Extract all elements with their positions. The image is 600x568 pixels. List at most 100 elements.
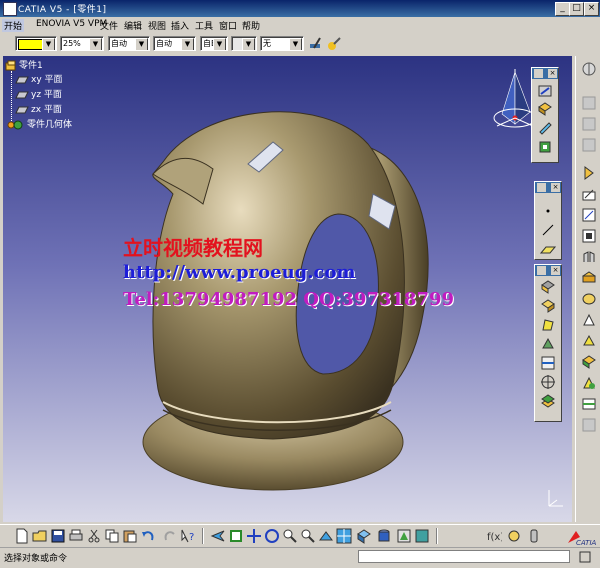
line-icon[interactable] [540, 222, 556, 238]
point-symbol-combo[interactable]: 自B ▼ [200, 36, 228, 51]
axis-icon[interactable] [540, 374, 556, 390]
toolbar-handle[interactable] [537, 266, 546, 275]
menu-view[interactable]: 视图 [148, 19, 166, 32]
chevron-down-icon: ▼ [89, 38, 102, 50]
shaft-icon[interactable] [537, 139, 553, 155]
layer-combo[interactable]: 无 ▼ [260, 36, 304, 51]
svg-text:f(x): f(x) [487, 532, 502, 543]
update-icon[interactable] [581, 375, 597, 391]
normal-view-icon[interactable] [318, 528, 334, 544]
multi-view-icon[interactable] [336, 528, 352, 544]
pocket-icon[interactable] [581, 137, 597, 153]
tree-item-zx-plane[interactable]: zx 平面 [15, 102, 62, 115]
fit-all-icon[interactable] [228, 528, 244, 544]
draft-icon[interactable] [581, 249, 597, 265]
copy-icon[interactable] [104, 528, 120, 544]
command-input[interactable] [358, 550, 570, 563]
plan-icon[interactable] [581, 61, 597, 77]
split-icon[interactable] [540, 355, 556, 371]
cut-icon[interactable] [86, 528, 102, 544]
tree-item-yz-plane[interactable]: yz 平面 [15, 87, 62, 100]
hole-icon[interactable] [581, 186, 597, 202]
save-icon[interactable] [50, 528, 66, 544]
rib-icon[interactable] [581, 165, 597, 181]
fill-icon[interactable] [540, 317, 556, 333]
constraint-icon[interactable] [581, 396, 597, 412]
analysis-icon[interactable] [581, 417, 597, 433]
boolean-icon[interactable] [540, 393, 556, 409]
toolbar-handle[interactable] [534, 69, 543, 78]
whats-this-icon[interactable]: ? [180, 528, 196, 544]
graphic-properties-icon[interactable] [326, 36, 342, 52]
close-icon[interactable]: × [551, 266, 560, 275]
scale-icon[interactable] [581, 354, 597, 370]
tree-item-xy-plane[interactable]: xy 平面 [15, 72, 63, 85]
shading-icon[interactable] [376, 528, 392, 544]
open-icon[interactable] [32, 528, 48, 544]
close-button[interactable]: × [584, 2, 599, 16]
iso-view-icon[interactable] [356, 528, 372, 544]
menu-help[interactable]: 帮助 [242, 19, 260, 32]
window-title: CATIA V5 - [零件1] [18, 5, 107, 15]
maximize-button[interactable]: □ [569, 2, 584, 16]
toolbar-handle[interactable] [537, 183, 546, 192]
check-icon[interactable] [526, 528, 542, 544]
svg-text:CATIA: CATIA [576, 539, 596, 547]
menu-file[interactable]: 文件 [100, 19, 118, 32]
rendering-combo[interactable]: ▼ [231, 36, 257, 51]
zoom-out-icon[interactable] [300, 528, 316, 544]
minimize-button[interactable]: _ [555, 2, 570, 16]
catia-app-icon[interactable] [3, 2, 17, 16]
extrude-icon[interactable] [540, 336, 556, 352]
formula-icon[interactable] [506, 528, 522, 544]
3d-viewport[interactable]: 零件1 xy 平面 yz 平面 zx 平面 零件几何体 立时视频教程网 http… [3, 56, 572, 522]
print-icon[interactable] [68, 528, 84, 544]
part-icon [5, 60, 16, 70]
body-gear-icon [7, 120, 23, 130]
tree-root[interactable]: 零件1 [5, 58, 43, 72]
svg-text:?: ? [189, 532, 194, 543]
transparency-combo[interactable]: 25% ▼ [60, 36, 104, 51]
close-icon[interactable]: × [548, 69, 557, 78]
surface-icon[interactable] [540, 298, 556, 314]
knowledge-icon[interactable]: f(x) [486, 528, 504, 544]
menu-edit[interactable]: 编辑 [124, 19, 142, 32]
pad-icon[interactable] [537, 101, 553, 117]
menu-window[interactable]: 窗口 [219, 19, 237, 32]
fillet-icon[interactable] [581, 207, 597, 223]
zoom-in-icon[interactable] [282, 528, 298, 544]
menu-start[interactable]: 开始 [2, 19, 25, 32]
format-painter-icon[interactable] [308, 36, 324, 52]
undo-icon[interactable] [140, 528, 156, 544]
pan-icon[interactable] [246, 528, 262, 544]
menu-insert[interactable]: 插入 [171, 19, 189, 32]
line-type-combo[interactable]: 自动 ▼ [153, 36, 196, 51]
color-swatch [18, 39, 44, 50]
command-stop-icon[interactable] [577, 549, 593, 565]
pad-icon[interactable] [581, 116, 597, 132]
point-icon[interactable] [540, 203, 556, 219]
paste-icon[interactable] [122, 528, 138, 544]
color-combo[interactable]: ▼ [15, 36, 57, 51]
menu-tools[interactable]: 工具 [195, 19, 213, 32]
chamfer-icon[interactable] [581, 228, 597, 244]
pattern-icon[interactable] [581, 333, 597, 349]
new-icon[interactable] [14, 528, 30, 544]
swap-space-icon[interactable] [414, 528, 430, 544]
line-thickness-combo[interactable]: 自动 ▼ [108, 36, 150, 51]
measure-icon[interactable] [540, 279, 556, 295]
hide-show-icon[interactable] [396, 528, 412, 544]
thickness-icon[interactable] [581, 291, 597, 307]
close-icon[interactable]: × [551, 183, 560, 192]
plane-icon[interactable] [539, 241, 557, 257]
redo-icon[interactable] [162, 528, 178, 544]
shell-icon[interactable] [581, 270, 597, 286]
fly-mode-icon[interactable] [210, 528, 226, 544]
sketch-icon[interactable] [581, 95, 597, 111]
sketch-icon[interactable] [537, 82, 553, 98]
tree-item-part-body[interactable]: 零件几何体 [7, 117, 72, 130]
mirror-icon[interactable] [581, 312, 597, 328]
menu-enovia[interactable]: ENOVIA V5 VPM [36, 19, 107, 29]
rotate-icon[interactable] [264, 528, 280, 544]
pocket-icon[interactable] [537, 120, 553, 136]
